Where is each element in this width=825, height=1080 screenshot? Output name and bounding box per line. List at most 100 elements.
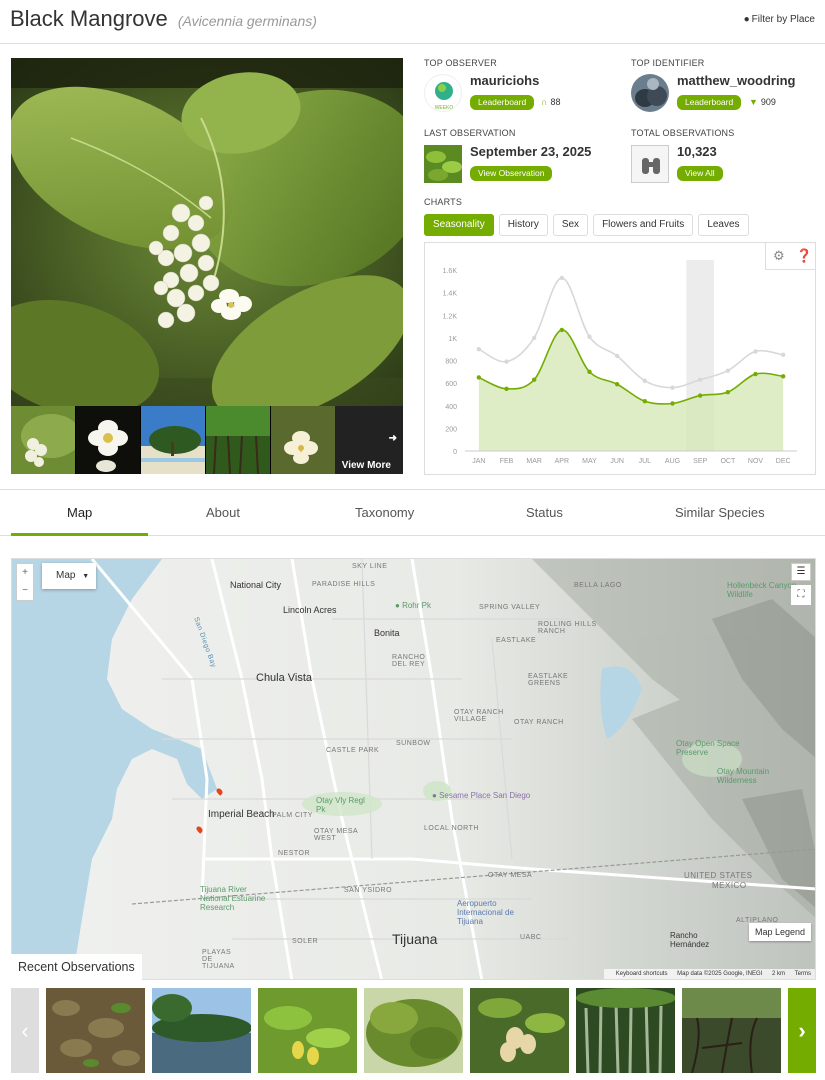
map-small-label: OTAY MESA — [488, 872, 533, 879]
observation-map[interactable]: Chula Vista Imperial Beach Tijuana Natio… — [11, 558, 816, 980]
chart-tab-history[interactable]: History — [498, 214, 548, 236]
chart-point — [614, 353, 620, 359]
charts-label: CHARTS — [424, 197, 463, 207]
chart-x-tick: MAR — [526, 458, 542, 465]
observer-leaderboard-button[interactable]: Leaderboard — [470, 95, 535, 110]
view-all-button[interactable]: View All — [677, 166, 723, 181]
top-identifier-username[interactable]: matthew_woodring — [677, 73, 795, 88]
fullscreen-icon[interactable]: ⛶ — [791, 585, 811, 605]
filter-by-place-button[interactable]: ● Filter by Place — [744, 14, 815, 25]
layers-icon[interactable]: ☰ — [791, 563, 811, 581]
total-observations-label: TOTAL OBSERVATIONS — [631, 128, 735, 138]
identifier-leaderboard-button[interactable]: Leaderboard — [677, 95, 742, 110]
tab-status[interactable]: Status — [526, 505, 563, 520]
chart-y-tick: 200 — [445, 426, 457, 433]
top-observer-label: TOP OBSERVER — [424, 58, 497, 68]
terms-link[interactable]: Terms — [795, 971, 811, 977]
map-park-otay-open: Otay Open Space Preserve — [676, 739, 740, 757]
recent-observation-thumb[interactable] — [152, 988, 251, 1073]
recent-observation-thumb[interactable] — [470, 988, 569, 1073]
map-small-label: BELLA LAGO — [574, 582, 622, 589]
map-small-label: SPRING VALLEY — [479, 604, 541, 611]
map-small-label: CASTLE PARK — [326, 747, 380, 754]
prev-arrow-button[interactable]: ‹ — [11, 988, 39, 1073]
species-tabs: Map About Taxonomy Status Similar Specie… — [0, 489, 825, 536]
map-data-attribution: Map data ©2025 Google, INEGI — [677, 971, 763, 977]
recent-observation-thumb[interactable] — [364, 988, 463, 1073]
common-name: Black Mangrove — [10, 6, 168, 31]
chart-x-tick: APR — [555, 458, 569, 465]
chart-tab-seasonality[interactable]: Seasonality — [424, 214, 494, 236]
chart-point — [476, 346, 482, 352]
chart-point — [725, 389, 731, 395]
keyboard-shortcuts-link[interactable]: Keyboard shortcuts — [616, 971, 668, 977]
tab-about[interactable]: About — [206, 505, 240, 520]
view-observation-button[interactable]: View Observation — [470, 166, 553, 181]
zoom-out-button[interactable]: − — [17, 582, 33, 600]
chart-tab-sex[interactable]: Sex — [552, 214, 589, 236]
main-photo[interactable] — [11, 58, 403, 406]
chart-tools: ⚙ ❓ — [765, 243, 815, 270]
observer-avatar[interactable]: WEEKO — [424, 74, 462, 112]
map-label-rancho-hernandez: Rancho Hernández — [670, 931, 710, 949]
chart-y-tick: 0 — [453, 449, 457, 456]
map-label-united-states: UNITED STATES — [684, 871, 753, 880]
photo-thumbnail[interactable] — [11, 406, 75, 474]
photo-thumbnail[interactable] — [76, 406, 140, 474]
tab-taxonomy[interactable]: Taxonomy — [355, 505, 414, 520]
map-small-label: SUNBOW — [396, 740, 431, 747]
photo-thumbnails: View More ➜ — [11, 406, 403, 474]
filter-label: Filter by Place — [751, 14, 815, 25]
chart-y-tick: 1.4K — [443, 291, 458, 298]
chart-point — [504, 359, 509, 364]
chart-point — [670, 385, 675, 390]
map-small-label: EASTLAKE GREENS — [528, 673, 569, 687]
photo-thumbnail[interactable] — [141, 406, 205, 474]
tab-map[interactable]: Map — [67, 505, 92, 520]
chart-tab-leaves[interactable]: Leaves — [698, 214, 749, 236]
last-observation-date: September 23, 2025 — [470, 144, 592, 159]
map-small-label: UABC — [520, 934, 542, 941]
recent-observation-thumb[interactable] — [576, 988, 675, 1073]
help-icon[interactable]: ❓ — [796, 248, 812, 264]
recent-observation-thumb[interactable] — [258, 988, 357, 1073]
chart-tab-flowers-fruits[interactable]: Flowers and Fruits — [593, 214, 694, 236]
chart-x-tick: NOV — [748, 458, 764, 465]
chart-y-tick: 1K — [448, 336, 457, 343]
species-title: Black Mangrove (Avicennia germinans) — [10, 6, 317, 32]
recent-observation-thumb[interactable] — [682, 988, 781, 1073]
map-small-label: SKY LINE — [352, 563, 388, 570]
map-type-select[interactable]: Map ▼ — [42, 563, 96, 589]
chart-point — [476, 375, 482, 380]
map-park-rohr: ● Rohr Pk — [395, 601, 431, 610]
map-footer: Keyboard shortcuts Map data ©2025 Google… — [603, 969, 815, 979]
map-small-label: SAN YSIDRO — [344, 887, 393, 894]
last-observation-thumb[interactable] — [424, 145, 462, 183]
map-label-mexico: MEXICO — [712, 881, 747, 890]
gear-icon[interactable]: ⚙ — [773, 248, 785, 264]
observer-avatar-text: WEEKO — [435, 105, 454, 111]
chart-x-tick: MAY — [582, 458, 597, 465]
identifier-avatar[interactable] — [631, 74, 669, 112]
recent-observation-thumb[interactable] — [46, 988, 145, 1073]
chart-y-tick: 400 — [445, 404, 457, 411]
recent-observations-label: Recent Observations — [11, 954, 142, 980]
map-small-label: SOLER — [292, 938, 319, 945]
zoom-in-button[interactable]: + — [17, 564, 33, 582]
observer-count-value: 88 — [550, 97, 561, 107]
chart-x-tick: FEB — [500, 458, 514, 465]
chart-x-tick: JUN — [610, 458, 624, 465]
chart-point — [559, 275, 565, 281]
view-more-button[interactable]: View More ➜ — [271, 406, 403, 474]
next-arrow-button[interactable]: › — [788, 988, 816, 1073]
top-observer-username[interactable]: mauriciohs — [470, 73, 539, 88]
map-legend-button[interactable]: Map Legend — [748, 923, 811, 941]
photo-thumbnail[interactable] — [206, 406, 270, 474]
tab-similar-species[interactable]: Similar Species — [675, 505, 765, 520]
map-label-bonita: Bonita — [374, 628, 400, 638]
identifier-count: ▼ 909 — [749, 97, 776, 107]
chart-point — [642, 378, 648, 384]
recent-observations-strip: ‹ › — [11, 988, 816, 1073]
zoom-controls: + − — [16, 563, 34, 601]
map-small-label: ROLLING HILLS RANCH — [538, 621, 597, 635]
